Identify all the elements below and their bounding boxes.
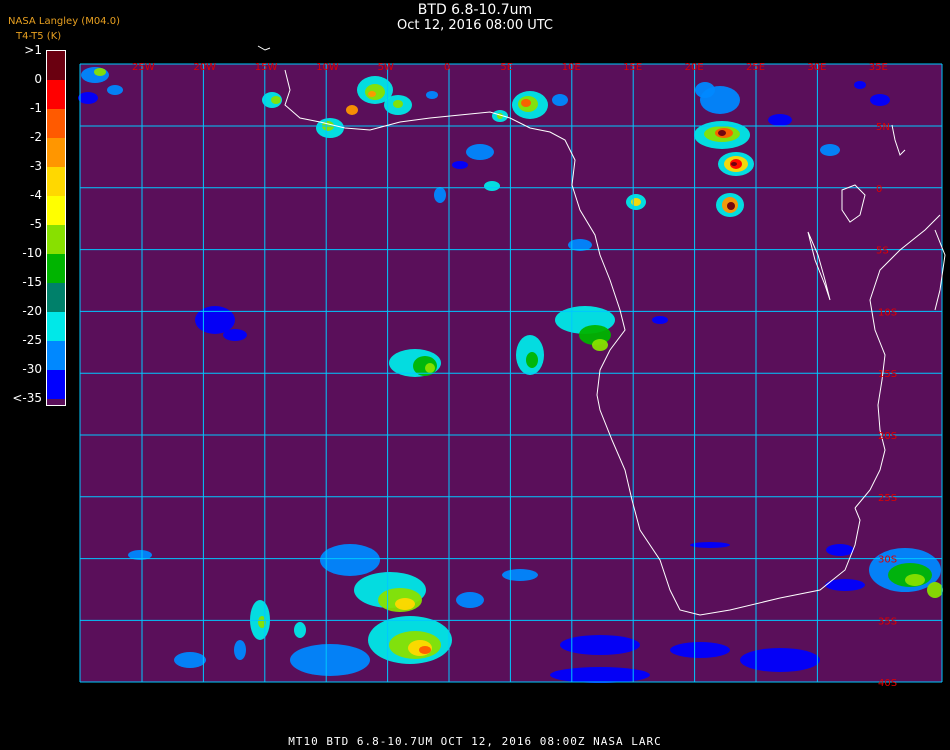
satellite-map: 25W 20W 15W 10W 5W 0 5E 10E 15E 20E 25E 30E 35E 5N 0 5S… (78, 45, 946, 689)
lon-label: 5E (500, 62, 513, 73)
cloud-feature (826, 544, 854, 556)
lon-label: 35E (869, 62, 888, 73)
lon-label: 30E (807, 62, 826, 73)
cloud-feature (94, 68, 106, 76)
cloud-feature (419, 646, 431, 654)
lon-label: 10E (562, 62, 581, 73)
lat-label: 25S (878, 493, 897, 504)
cloud-feature (223, 329, 247, 341)
cloud-feature (368, 91, 376, 97)
cloud-feature (195, 306, 235, 334)
cloud-feature (426, 91, 438, 99)
cloud-feature (393, 100, 403, 108)
cloud-feature (695, 82, 715, 98)
lat-label: 40S (878, 678, 897, 689)
cloud-feature (452, 161, 468, 169)
cloud-feature (502, 569, 538, 581)
cloud-feature (768, 114, 792, 126)
lon-label: 25E (746, 62, 765, 73)
footer-caption: MT10 BTD 6.8-10.7UM OCT 12, 2016 08:00Z … (288, 735, 662, 748)
cloud-feature (294, 622, 306, 638)
cloud-feature (718, 130, 726, 136)
coast-canary (257, 45, 271, 51)
lon-label: 15W (255, 62, 278, 73)
cloud-feature (631, 198, 641, 206)
cloud-feature (234, 640, 246, 660)
cloud-feature (395, 598, 415, 610)
lon-label: 5W (378, 62, 394, 73)
cloud-feature (552, 94, 568, 106)
cloud-feature (466, 144, 494, 160)
cloud-feature (652, 316, 668, 324)
cloud-feature (727, 202, 735, 210)
cloud-feature (484, 181, 500, 191)
cloud-feature (820, 144, 840, 156)
lon-label: 0 (444, 62, 450, 73)
cloud-feature (346, 105, 358, 115)
cloud-feature (905, 574, 925, 586)
lat-label: 15S (878, 369, 897, 380)
cloud-feature (425, 363, 435, 373)
cloud-feature (521, 99, 531, 107)
lat-label: 30S (878, 555, 897, 566)
cloud-feature (854, 81, 866, 89)
cloud-feature (81, 67, 109, 83)
cloud-feature (174, 652, 206, 668)
lat-label: 35S (878, 616, 897, 627)
cloud-feature (78, 92, 98, 104)
cloud-feature (290, 644, 370, 676)
lon-label: 15E (623, 62, 642, 73)
lat-label: 20S (878, 431, 897, 442)
cloud-feature (690, 542, 730, 548)
cloud-feature (592, 339, 608, 351)
lat-label: 10S (878, 307, 897, 318)
cloud-feature (526, 352, 538, 368)
cloud-feature (740, 648, 820, 672)
cloud-feature (271, 96, 281, 104)
cloud-feature (456, 592, 484, 608)
lon-label: 10W (316, 62, 339, 73)
lon-label: 25W (132, 62, 155, 73)
lon-label: 20W (193, 62, 216, 73)
lon-label: 20E (685, 62, 704, 73)
cloud-feature (107, 85, 123, 95)
cloud-feature (731, 162, 737, 166)
cloud-feature (550, 667, 650, 683)
lat-label: 5N (876, 122, 890, 133)
cloud-feature (670, 642, 730, 658)
lat-label: 0 (876, 184, 882, 195)
cloud-feature (927, 582, 943, 598)
cloud-feature (365, 84, 385, 100)
cloud-feature (434, 187, 446, 203)
lat-label: 5S (876, 246, 889, 257)
cloud-feature (320, 544, 380, 576)
cloud-feature (870, 94, 890, 106)
